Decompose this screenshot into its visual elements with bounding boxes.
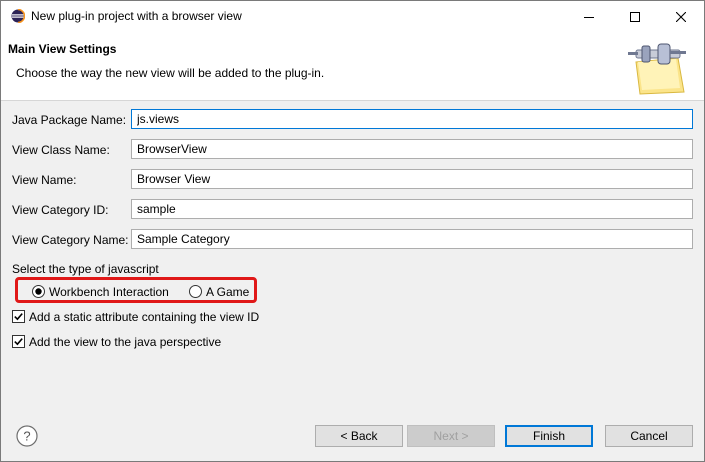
view-category-id-label: View Category ID: <box>12 203 109 217</box>
view-category-name-input[interactable] <box>131 229 693 249</box>
a-game-label[interactable]: A Game <box>206 285 249 299</box>
js-type-label: Select the type of javascript <box>12 262 159 276</box>
cancel-button[interactable]: Cancel <box>605 425 693 447</box>
maximize-button[interactable] <box>612 1 658 32</box>
java-perspective-label[interactable]: Add the view to the java perspective <box>29 335 221 349</box>
minimize-icon <box>584 16 594 18</box>
wizard-header: Main View Settings Choose the way the ne… <box>1 32 704 101</box>
minimize-button[interactable] <box>566 1 612 32</box>
title-bar: New plug-in project with a browser view <box>1 1 704 32</box>
question-mark-icon[interactable]: ? <box>16 425 38 447</box>
view-category-id-input[interactable] <box>131 199 693 219</box>
view-category-name-label: View Category Name: <box>12 233 129 247</box>
view-name-label: View Name: <box>12 173 77 187</box>
page-description: Choose the way the new view will be adde… <box>16 66 325 80</box>
close-button[interactable] <box>658 1 704 32</box>
package-name-label: Java Package Name: <box>12 113 127 127</box>
static-attribute-checkbox[interactable] <box>12 310 25 323</box>
maximize-icon <box>630 11 640 22</box>
java-perspective-checkbox[interactable] <box>12 335 25 348</box>
window-title: New plug-in project with a browser view <box>31 9 242 23</box>
view-class-name-input[interactable] <box>131 139 693 159</box>
page-title: Main View Settings <box>8 42 117 56</box>
a-game-radio[interactable] <box>189 285 202 298</box>
view-name-input[interactable] <box>131 169 693 189</box>
next-button[interactable]: Next > <box>407 425 495 447</box>
close-icon <box>676 11 686 22</box>
wizard-dialog: New plug-in project with a browser view … <box>0 0 705 462</box>
static-attribute-label[interactable]: Add a static attribute containing the vi… <box>29 310 259 324</box>
finish-button[interactable]: Finish <box>505 425 593 447</box>
workbench-interaction-label[interactable]: Workbench Interaction <box>49 285 169 299</box>
wizard-plug-icon <box>628 43 686 95</box>
workbench-interaction-radio[interactable] <box>32 285 45 298</box>
back-button[interactable]: < Back <box>315 425 403 447</box>
eclipse-icon <box>11 9 25 23</box>
svg-text:?: ? <box>23 429 30 444</box>
view-class-name-label: View Class Name: <box>12 143 110 157</box>
package-name-input[interactable] <box>131 109 693 129</box>
